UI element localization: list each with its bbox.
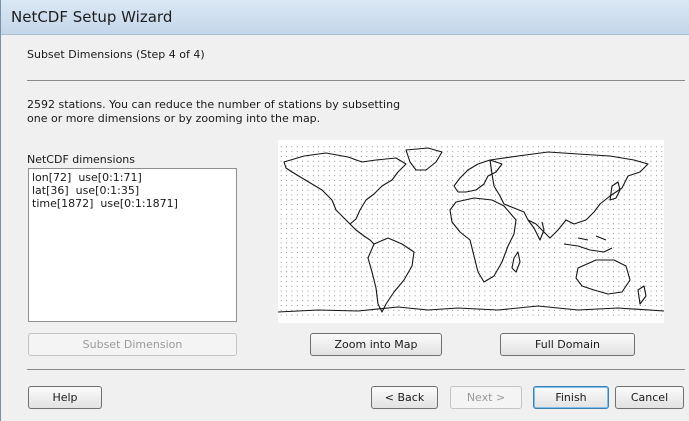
dimensions-list[interactable]: lon[72] use[0:1:71] lat[36] use[0:1:35] …: [28, 168, 237, 322]
description-line-1: 2592 stations. You can reduce the number…: [27, 98, 401, 111]
station-dots: [280, 146, 663, 316]
finish-button[interactable]: Finish: [533, 386, 609, 409]
dimension-item-lat[interactable]: lat[36] use[0:1:35]: [32, 184, 233, 197]
central-america-outline: [349, 223, 375, 245]
north-america-outline: [283, 152, 407, 225]
dimension-item-lon[interactable]: lon[72] use[0:1:71]: [32, 171, 233, 184]
description-line-2: one or more dimensions or by zooming int…: [27, 112, 321, 125]
step-title: Subset Dimensions (Step 4 of 4): [27, 48, 205, 61]
description: 2592 stations. You can reduce the number…: [27, 98, 447, 126]
world-map-canvas: [278, 146, 664, 316]
next-button[interactable]: Next >: [450, 386, 522, 409]
africa-outline: [449, 197, 517, 283]
new-zealand-outline: [637, 285, 647, 305]
help-button[interactable]: Help: [28, 386, 102, 409]
header-divider: [27, 80, 685, 81]
footer-divider: [27, 369, 685, 370]
coastline-outlines: [278, 147, 664, 313]
station-grid: [280, 146, 663, 316]
zoom-into-map-button[interactable]: Zoom into Map: [310, 333, 442, 356]
japan-outline: [609, 181, 621, 201]
full-domain-button[interactable]: Full Domain: [500, 333, 635, 356]
subset-dimension-button[interactable]: Subset Dimension: [28, 333, 237, 356]
indonesia-outline: [563, 235, 613, 253]
south-america-outline: [367, 237, 415, 313]
dimension-item-time[interactable]: time[1872] use[0:1:1871]: [32, 197, 233, 210]
station-map[interactable]: [278, 140, 664, 323]
dimensions-label: NetCDF dimensions: [27, 153, 135, 166]
madagascar-outline: [511, 251, 521, 273]
window-title: NetCDF Setup Wizard: [11, 8, 173, 26]
cancel-button[interactable]: Cancel: [615, 386, 684, 409]
antarctica-outline: [278, 305, 664, 313]
wizard-window: NetCDF Setup Wizard Subset Dimensions (S…: [0, 0, 689, 421]
back-button[interactable]: < Back: [371, 386, 438, 409]
title-bar[interactable]: NetCDF Setup Wizard: [1, 0, 689, 35]
